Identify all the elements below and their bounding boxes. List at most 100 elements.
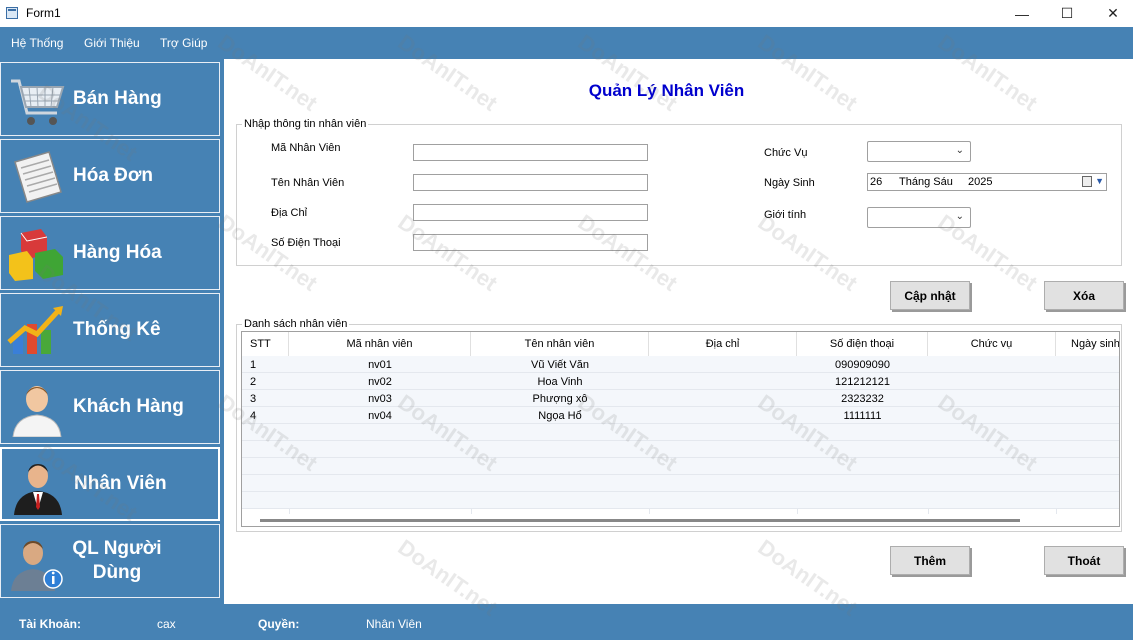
sidebar-item-khach-hang[interactable]: Khách Hàng: [0, 370, 220, 444]
column-header[interactable]: STT: [242, 332, 289, 356]
customer-icon: [12, 386, 62, 437]
chevron-down-icon: ⌄: [955, 211, 964, 222]
table-row-empty: [242, 441, 1119, 458]
close-button[interactable]: ✕: [1090, 0, 1133, 27]
sidebar-item-label: Nhân Viên: [74, 473, 167, 494]
sidebar-item-label: Hóa Đơn: [73, 165, 154, 186]
status-bar: Tài Khoản: cax Quyền: Nhân Viên: [0, 604, 1133, 640]
update-button[interactable]: Cập nhật: [890, 281, 970, 310]
employee-icon: [14, 464, 62, 515]
table-cell: nv02: [368, 375, 392, 388]
table-row-empty: [242, 424, 1119, 441]
table-cell: nv03: [368, 392, 392, 405]
column-header[interactable]: Tên nhân viên: [471, 332, 649, 356]
sidebar-item-nhan-vien[interactable]: Nhân Viên: [0, 447, 220, 521]
sidebar: Bán Hàng Hóa Đơn Hàng Hóa Thống Kê Khách…: [0, 59, 224, 604]
ten-nv-field[interactable]: [413, 174, 648, 191]
table-cell: Hoa Vinh: [537, 375, 583, 388]
menu-gioi-thieu[interactable]: Giới Thiệu: [84, 36, 140, 50]
column-header[interactable]: Mã nhân viên: [289, 332, 471, 356]
table-row[interactable]: 4 nv04 Ngọa Hổ 1111111: [242, 407, 1119, 424]
gioi-tinh-label: Giới tính: [764, 209, 807, 221]
table-cell: 2323232: [841, 392, 884, 405]
chevron-down-icon: ⌄: [955, 145, 964, 156]
ngay-sinh-datepicker[interactable]: 26 Tháng Sáu 2025 ▼: [867, 173, 1107, 191]
sidebar-item-label: Bán Hàng: [73, 88, 162, 109]
exit-button[interactable]: Thoát: [1044, 546, 1124, 575]
scrollbar-thumb[interactable]: [260, 519, 1020, 522]
chuc-vu-label: Chức Vụ: [764, 147, 808, 159]
table-cell: 3: [250, 392, 257, 405]
sidebar-item-label: QL Người Dùng: [65, 525, 169, 597]
sidebar-item-ban-hang[interactable]: Bán Hàng: [0, 62, 220, 136]
group-title: Danh sách nhân viên: [242, 318, 350, 330]
sidebar-item-thong-ke[interactable]: Thống Kê: [0, 293, 220, 367]
table-cell: nv01: [368, 358, 392, 371]
app-icon: [6, 7, 18, 19]
table-cell: Vũ Viết Văn: [531, 358, 589, 371]
menu-he-thong[interactable]: Hệ Thống: [11, 36, 63, 50]
table-row-empty: [242, 475, 1119, 492]
employee-input-group: Nhập thông tin nhân viên: [236, 118, 1122, 266]
date-year[interactable]: 2025: [968, 176, 992, 188]
chuc-vu-select[interactable]: ⌄: [867, 141, 971, 162]
dropdown-arrow-icon[interactable]: ▼: [1095, 176, 1104, 186]
user-admin-icon: [11, 541, 63, 591]
calendar-icon[interactable]: [1082, 176, 1092, 187]
table-row-empty: [242, 458, 1119, 475]
date-month[interactable]: Tháng Sáu: [899, 176, 953, 188]
table-cell: 121212121: [834, 375, 891, 388]
column-header[interactable]: Địa chỉ: [649, 332, 797, 356]
ten-nv-label: Tên Nhân Viên: [271, 177, 345, 189]
account-label: Tài Khoản:: [19, 617, 81, 631]
sidebar-item-hang-hoa[interactable]: Hàng Hóa: [0, 216, 220, 290]
table-row[interactable]: 2 nv02 Hoa Vinh 121212121: [242, 373, 1119, 390]
gioi-tinh-select[interactable]: ⌄: [867, 207, 971, 228]
window-title: Form1: [26, 6, 61, 20]
sidebar-item-hoa-don[interactable]: Hóa Đơn: [0, 139, 220, 213]
dia-chi-label: Địa Chỉ: [271, 207, 308, 219]
role-value: Nhân Viên: [366, 617, 422, 631]
account-value: cax: [157, 617, 176, 631]
date-day[interactable]: 26: [870, 176, 882, 188]
add-button[interactable]: Thêm: [890, 546, 970, 575]
menu-tro-giup[interactable]: Trợ Giúp: [160, 36, 207, 50]
table-cell: Ngọa Hổ: [538, 409, 582, 422]
column-header[interactable]: Ngày sinh: [1056, 332, 1119, 356]
sdt-field[interactable]: [413, 234, 648, 251]
sidebar-item-label-line2: Dùng: [92, 562, 142, 583]
table-header: STT Mã nhân viên Tên nhân viên Địa chỉ S…: [242, 332, 1119, 357]
table-row[interactable]: 3 nv03 Phượng xô 2323232: [242, 390, 1119, 407]
dia-chi-field[interactable]: [413, 204, 648, 221]
employee-table[interactable]: STT Mã nhân viên Tên nhân viên Địa chỉ S…: [241, 331, 1120, 527]
table-cell: Phượng xô: [532, 392, 588, 405]
sidebar-item-label: Thống Kê: [73, 319, 161, 340]
maximize-button[interactable]: ☐: [1044, 0, 1090, 27]
column-header[interactable]: Số điện thoại: [797, 332, 928, 356]
role-label: Quyền:: [258, 617, 300, 631]
ma-nv-field[interactable]: [413, 144, 648, 161]
table-row-empty: [242, 492, 1119, 509]
shopping-cart-icon: [11, 79, 65, 125]
table-row[interactable]: 1 nv01 Vũ Viết Văn 090909090: [242, 356, 1119, 373]
ma-nv-label: Mã Nhân Viên: [271, 142, 341, 154]
group-title: Nhập thông tin nhân viên: [242, 118, 369, 130]
menu-bar: Hệ Thống Giới Thiệu Trợ Giúp: [0, 27, 1133, 59]
sidebar-item-label: Khách Hàng: [73, 396, 184, 417]
table-cell: 2: [250, 375, 257, 388]
page-title: Quản Lý Nhân Viên: [588, 81, 745, 100]
sidebar-item-ql-nguoi-dung[interactable]: QL Người Dùng: [0, 524, 220, 598]
table-cell: 1111111: [843, 409, 882, 422]
title-bar: Form1 — ☐ ✕: [0, 0, 1133, 27]
table-cell: nv04: [368, 409, 392, 422]
boxes-icon: [9, 229, 63, 281]
table-cell: 090909090: [834, 358, 891, 371]
delete-button[interactable]: Xóa: [1044, 281, 1124, 310]
sidebar-item-label-line1: QL Người: [72, 538, 162, 559]
ngay-sinh-label: Ngày Sinh: [764, 177, 815, 189]
chart-icon: [7, 306, 63, 354]
minimize-button[interactable]: —: [999, 0, 1045, 27]
main-panel: Quản Lý Nhân Viên Nhập thông tin nhân vi…: [224, 59, 1133, 604]
horizontal-scrollbar[interactable]: [242, 514, 1119, 526]
column-header[interactable]: Chức vụ: [928, 332, 1056, 356]
